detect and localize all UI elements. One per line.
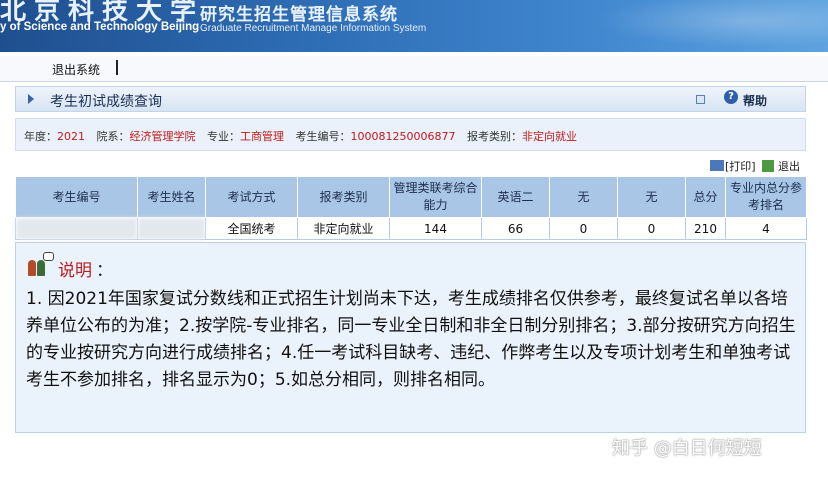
header-banner: 北京科技大学 y of Science and Technology Beiji…: [0, 0, 828, 52]
system-name-en: Graduate Recruitment Manage Information …: [200, 23, 427, 34]
table-cell: 0: [617, 217, 686, 240]
banner-decoration: [568, 0, 828, 52]
table-row: 全国统考 非定向就业 144 66 0 0 210 4: [15, 217, 807, 240]
candidate-id-value: 100081250006877: [350, 130, 456, 143]
year-value: 2021: [57, 130, 85, 143]
table-cell-masked: [137, 217, 206, 240]
system-name-cn: 研究生招生管理信息系统: [200, 5, 398, 25]
column-header: 考生编号: [15, 176, 138, 218]
candidate-id-label: 考生编号：: [295, 130, 351, 143]
column-header: 报考类别: [297, 176, 390, 218]
candidate-info-row: 年度：2021 院系：经济管理学院 专业：工商管理 考生编号：100081250…: [24, 128, 585, 144]
help-link[interactable]: 帮助: [743, 92, 767, 109]
table-cell: 66: [481, 217, 550, 240]
printer-icon: [710, 160, 724, 171]
column-header: 考试方式: [205, 176, 298, 218]
dept-label: 院系：: [96, 130, 130, 143]
year-label: 年度：: [24, 130, 57, 143]
page-title-bar: 考生初试成绩查询 ? 帮助: [15, 86, 806, 112]
table-cell: 144: [389, 217, 482, 240]
table-header-row: 考生编号 考生姓名 考试方式 报考类别 管理类联考综合能力 英语二 无 无 总分…: [15, 176, 807, 218]
column-header: 管理类联考综合能力: [389, 176, 482, 218]
column-header: 无: [617, 176, 686, 218]
exit-icon: [762, 160, 774, 172]
scores-table: 考生编号 考生姓名 考试方式 报考类别 管理类联考综合能力 英语二 无 无 总分…: [15, 176, 807, 240]
table-cell: 全国统考: [205, 217, 298, 240]
table-cell: 非定向就业: [297, 217, 390, 240]
column-header: 总分: [685, 176, 726, 218]
notes-panel: 说明 ： 1. 因2021年国家复试分数线和正式招生计划尚未下达，考生成绩排名仅…: [15, 242, 806, 433]
help-icon[interactable]: ?: [724, 90, 738, 104]
table-cell-masked: [15, 217, 138, 240]
toolbar: 退出系统: [0, 56, 828, 82]
page-title: 考生初试成绩查询: [50, 94, 162, 110]
watermark: 知乎 @白日何短短: [612, 438, 762, 459]
column-header: 无: [549, 176, 618, 218]
people-chat-icon: [26, 252, 54, 278]
logout-link[interactable]: 退出系统: [52, 61, 100, 78]
apply-type-label: 报考类别：: [466, 130, 522, 143]
exit-label: 退出: [778, 160, 800, 173]
table-cell: 4: [725, 217, 807, 240]
triangle-right-icon: [28, 94, 34, 104]
table-cell: 0: [549, 217, 618, 240]
major-value: 工商管理: [240, 130, 284, 143]
school-name-en: y of Science and Technology Beijing: [0, 21, 200, 33]
square-icon: [696, 95, 705, 104]
table-cell: 210: [685, 217, 726, 240]
column-header: 专业内总分参考排名: [725, 176, 807, 218]
column-header: 考生姓名: [137, 176, 206, 218]
apply-type-value: 非定向就业: [521, 130, 577, 143]
major-label: 专业：: [207, 130, 240, 143]
exit-button[interactable]: 退出: [762, 158, 800, 174]
notes-colon: ：: [96, 261, 113, 281]
notes-body: 1. 因2021年国家复试分数线和正式招生计划尚未下达，考生成绩排名仅供参考，最…: [26, 289, 796, 390]
candidate-info-strip: 年度：2021 院系：经济管理学院 专业：工商管理 考生编号：100081250…: [15, 118, 806, 151]
dept-value: 经济管理学院: [129, 130, 196, 143]
column-header: 英语二: [481, 176, 550, 218]
toolbar-separator: [116, 60, 118, 75]
notes-heading: 说明: [58, 261, 92, 281]
print-label: [打印]: [725, 160, 756, 173]
print-button[interactable]: [打印]: [710, 158, 756, 174]
